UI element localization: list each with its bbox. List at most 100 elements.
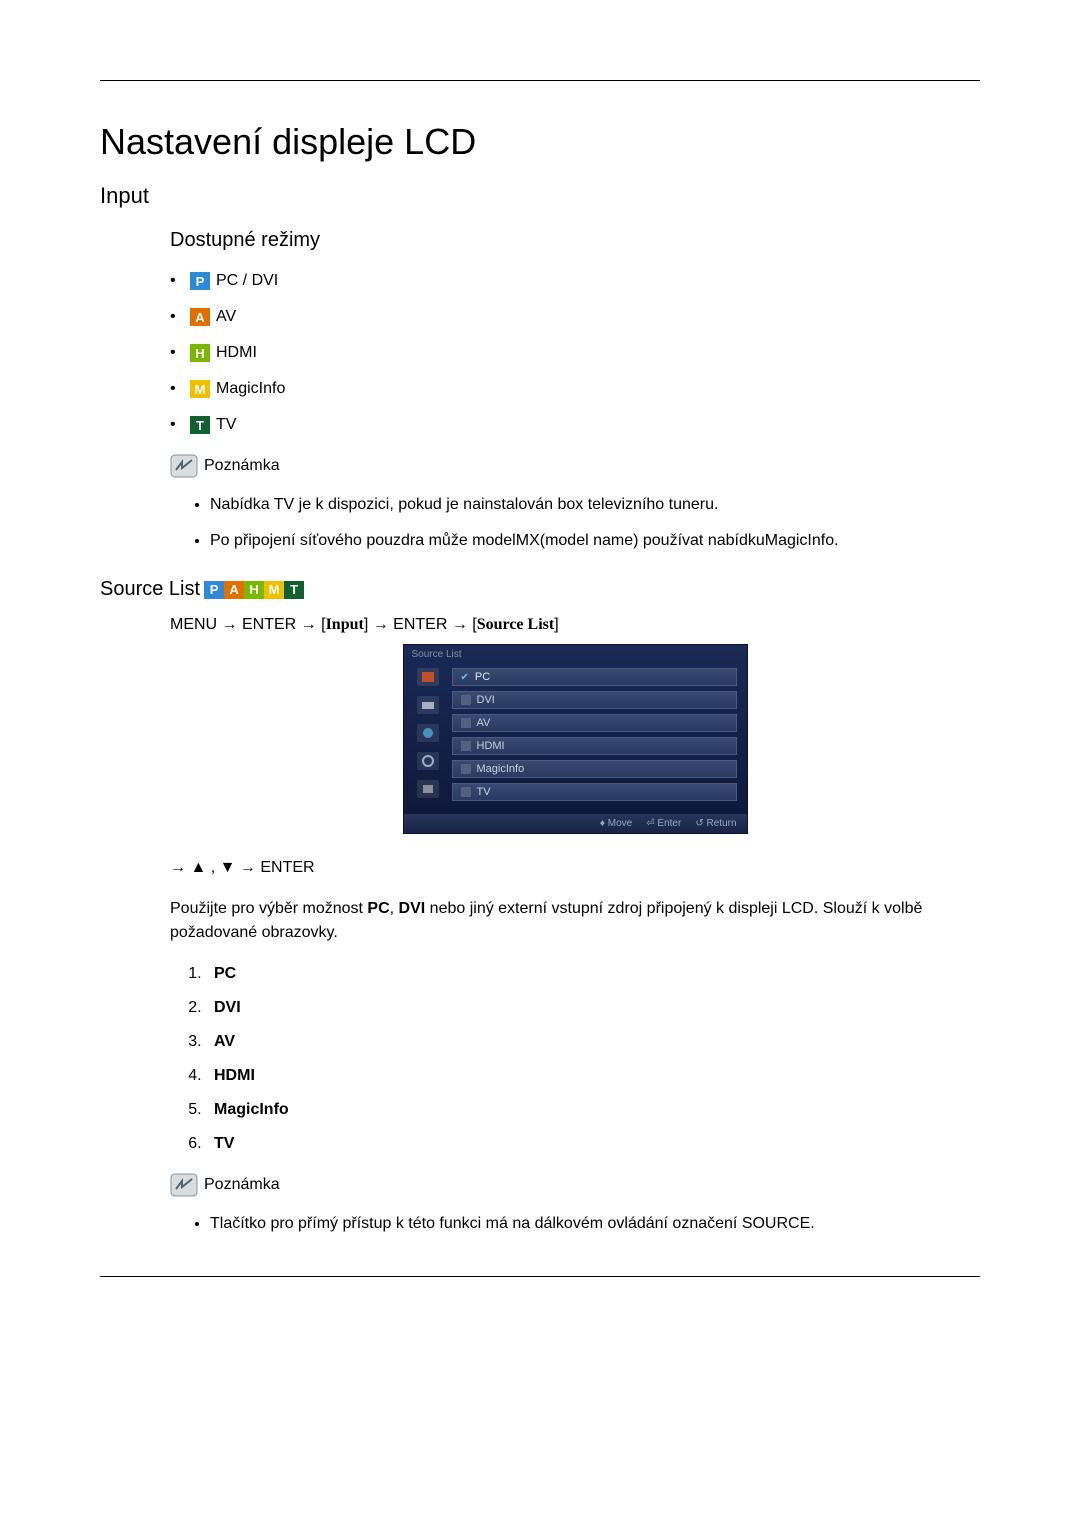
osd-item: HDMI: [452, 737, 737, 755]
mode-icon-h: H: [190, 344, 210, 362]
list-label: MagicInfo: [214, 1101, 289, 1118]
mode-item: • H HDMI: [170, 344, 980, 362]
source-list-heading: Source List P A H M T: [100, 578, 980, 601]
mode-item: • P PC / DVI: [170, 272, 980, 290]
note-icon: [170, 454, 198, 478]
menu-path-text: ]: [554, 616, 558, 633]
mode-icon-h: H: [244, 581, 264, 599]
bullet: •: [170, 344, 190, 362]
note-item: Po připojení síťového pouzdra může model…: [210, 529, 980, 553]
osd-side-icon: [417, 780, 439, 798]
note-label: Poznámka: [204, 457, 280, 475]
list-label: PC: [214, 965, 236, 982]
box-icon: [461, 695, 471, 705]
mode-label: TV: [216, 416, 236, 434]
list-item: MagicInfo: [206, 1101, 980, 1119]
osd-item-label: PC: [475, 671, 490, 683]
mode-item: • A AV: [170, 308, 980, 326]
osd-item-label: DVI: [477, 694, 495, 706]
osd-item-label: TV: [477, 786, 491, 798]
desc-text: Použijte pro výběr možnost: [170, 900, 367, 917]
notes-list-1: Nabídka TV je k dispozici, pokud je nain…: [170, 493, 980, 553]
mode-icon-t: T: [284, 581, 304, 599]
osd-item: ✔ PC: [452, 668, 737, 686]
mode-label: AV: [216, 308, 236, 326]
section-input: Input: [100, 183, 980, 209]
mode-icon-strip: P A H M T: [204, 581, 304, 599]
osd-item: AV: [452, 714, 737, 732]
osd-list: ✔ PC DVI AV HDMI MagicInfo TV: [452, 664, 747, 814]
mode-icon-p: P: [190, 272, 210, 290]
menu-path-source: Source List: [477, 616, 554, 633]
desc-bold-pc: PC: [367, 900, 389, 917]
osd-item: DVI: [452, 691, 737, 709]
mode-icon-m: M: [264, 581, 284, 599]
mode-label: PC / DVI: [216, 272, 278, 290]
desc-text: ,: [390, 900, 399, 917]
mode-icon-a: A: [190, 308, 210, 326]
mode-label: HDMI: [216, 344, 257, 362]
note-item: Tlačítko pro přímý přístup k této funkci…: [210, 1212, 980, 1236]
note-item: Nabídka TV je k dispozici, pokud je nain…: [210, 493, 980, 517]
top-rule: [100, 80, 980, 81]
box-icon: [461, 741, 471, 751]
mode-icon-t: T: [190, 416, 210, 434]
bottom-rule: [100, 1276, 980, 1277]
list-item: DVI: [206, 999, 980, 1017]
mode-icon-m: M: [190, 380, 210, 398]
bullet: •: [170, 308, 190, 326]
osd-item: MagicInfo: [452, 760, 737, 778]
osd-side-icon: [417, 696, 439, 714]
osd-screenshot: Source List ✔PC DVI AV HDMI Magic: [170, 644, 980, 834]
check-icon: ✔: [461, 672, 469, 683]
description: Použijte pro výběr možnost PC, DVI nebo …: [170, 897, 980, 945]
note-icon: [170, 1173, 198, 1197]
nav-hint: → ▲ , ▼ → ENTER: [170, 859, 980, 877]
menu-path: MENU → ENTER → [Input] → ENTER → [Source…: [170, 616, 980, 634]
numbered-list: PC DVI AV HDMI MagicInfo TV: [170, 965, 980, 1153]
menu-path-text: ] → ENTER → [: [364, 616, 477, 633]
osd-side-icon: [417, 668, 439, 686]
menu-path-input: Input: [326, 616, 364, 633]
modes-list: • P PC / DVI • A AV • H HDMI • M MagicIn…: [170, 272, 980, 434]
mode-label: MagicInfo: [216, 380, 285, 398]
list-item: HDMI: [206, 1067, 980, 1085]
menu-path-text: MENU → ENTER → [: [170, 616, 326, 633]
list-item: TV: [206, 1135, 980, 1153]
osd-footer-enter: ⏎ Enter: [646, 818, 681, 829]
osd-side-icon: [417, 724, 439, 742]
mode-icon-p: P: [204, 581, 224, 599]
list-label: TV: [214, 1135, 234, 1152]
osd-header: Source List: [404, 645, 747, 664]
osd-footer: ♦ Move ⏎ Enter ↺ Return: [404, 814, 747, 833]
list-label: DVI: [214, 999, 241, 1016]
source-list-title: Source List: [100, 578, 200, 601]
subsection-modes: Dostupné režimy: [170, 229, 980, 252]
box-icon: [461, 787, 471, 797]
osd-side-icon: [417, 752, 439, 770]
desc-bold-dvi: DVI: [399, 900, 426, 917]
osd-item-label: AV: [477, 717, 491, 729]
note-label: Poznámka: [204, 1176, 280, 1194]
note-row: Poznámka: [170, 1173, 980, 1197]
osd-item-label: HDMI: [477, 740, 505, 752]
notes-list-2: Tlačítko pro přímý přístup k této funkci…: [170, 1212, 980, 1236]
mode-item: • T TV: [170, 416, 980, 434]
list-item: AV: [206, 1033, 980, 1051]
bullet: •: [170, 380, 190, 398]
osd-item: TV: [452, 783, 737, 801]
osd-footer-return: ↺ Return: [695, 818, 736, 829]
note-row: Poznámka: [170, 454, 980, 478]
page-title: Nastavení displeje LCD: [100, 121, 980, 163]
osd-item-label: MagicInfo: [477, 763, 525, 775]
mode-icon-a: A: [224, 581, 244, 599]
list-item: PC: [206, 965, 980, 983]
box-icon: [461, 718, 471, 728]
box-icon: [461, 764, 471, 774]
bullet: •: [170, 272, 190, 290]
list-label: HDMI: [214, 1067, 255, 1084]
mode-item: • M MagicInfo: [170, 380, 980, 398]
osd-footer-move: ♦ Move: [600, 818, 632, 829]
list-label: AV: [214, 1033, 235, 1050]
bullet: •: [170, 416, 190, 434]
